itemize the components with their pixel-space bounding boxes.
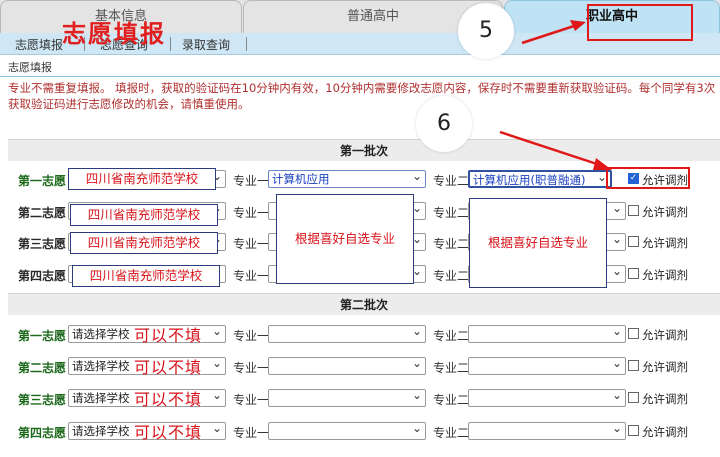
arrow-step-6 — [499, 130, 601, 167]
annotation-arrows — [499, 20, 612, 170]
arrow-step-5 — [521, 24, 575, 45]
arrow-head-step-6 — [593, 158, 612, 170]
